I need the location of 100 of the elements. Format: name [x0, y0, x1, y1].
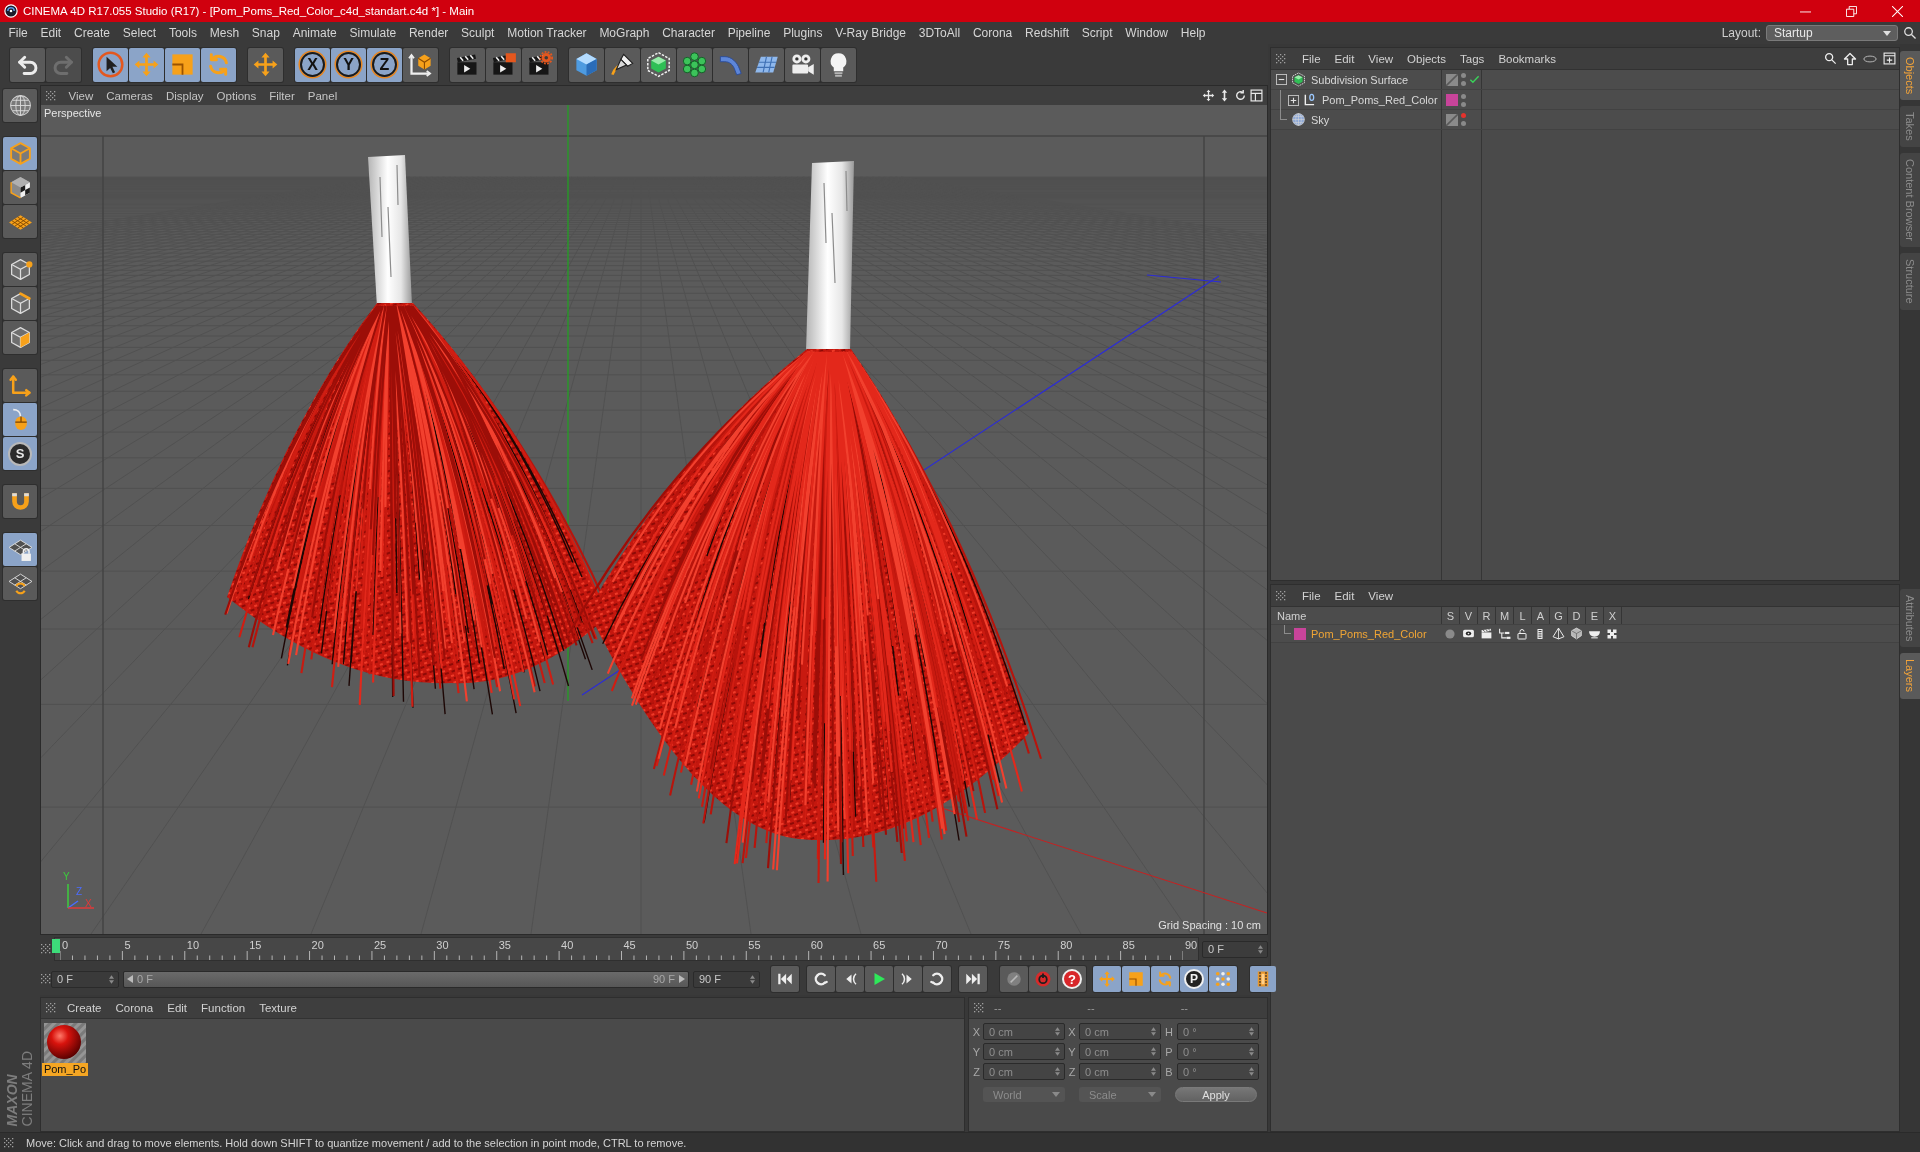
menu-item[interactable]: 3DToAll [912, 23, 967, 43]
viewport-menu-item[interactable]: Panel [301, 86, 344, 105]
axis-lock-button[interactable]: Z [367, 47, 402, 82]
next-frame-button[interactable] [894, 966, 922, 992]
layers-menu-item[interactable]: View [1361, 585, 1401, 606]
menu-item[interactable]: Script [1075, 23, 1119, 43]
material-menu-item[interactable]: Corona [108, 998, 161, 1018]
grid-rotate-button[interactable] [3, 567, 37, 600]
rotate-button[interactable] [201, 47, 236, 82]
viewport-menu-item[interactable]: Cameras [99, 86, 160, 105]
points-button[interactable] [3, 253, 37, 286]
edges-button[interactable] [3, 287, 37, 320]
objects-menu-item[interactable]: Objects [1400, 48, 1454, 69]
go-start-button[interactable] [771, 966, 799, 992]
axis-lock-button[interactable]: X [295, 47, 330, 82]
menu-item[interactable]: Pipeline [721, 23, 777, 43]
menu-item[interactable]: Corona [966, 23, 1019, 43]
go-end-button[interactable] [959, 966, 987, 992]
viewport-menu-item[interactable]: Display [159, 86, 211, 105]
menu-item[interactable]: Animate [286, 23, 344, 43]
layout-dropdown[interactable]: Startup [1766, 25, 1898, 41]
objects-menu-item[interactable]: File [1295, 48, 1328, 69]
menu-item[interactable]: V-Ray Bridge [828, 23, 913, 43]
select-button[interactable] [93, 47, 128, 82]
polygons-button[interactable] [3, 321, 37, 354]
next-key-button[interactable] [923, 966, 951, 992]
floor-button[interactable] [749, 47, 784, 82]
light-button[interactable] [821, 47, 856, 82]
material-menu-item[interactable]: Create [60, 998, 109, 1018]
cube-button[interactable] [569, 47, 604, 82]
menu-item[interactable]: Render [402, 23, 455, 43]
layer-name[interactable]: Pom_Poms_Red_Color [1311, 627, 1427, 640]
play-button[interactable] [865, 966, 893, 992]
snap-button[interactable]: S [3, 437, 37, 470]
column-header[interactable]: V [1464, 609, 1473, 622]
column-header[interactable]: Name [1277, 609, 1307, 622]
viewport-menu-item[interactable]: Options [210, 86, 263, 105]
axis-button[interactable] [3, 369, 37, 402]
column-header[interactable]: D [1572, 609, 1581, 622]
key-param-button[interactable]: P [1180, 966, 1208, 992]
material-menu-item[interactable]: Texture [252, 998, 304, 1018]
layers-menu-item[interactable]: Edit [1327, 585, 1362, 606]
objects-menu-item[interactable]: View [1361, 48, 1401, 69]
material-menu-item[interactable]: Function [194, 998, 253, 1018]
objects-menu-item[interactable]: Edit [1327, 48, 1362, 69]
menu-item[interactable]: Help [1174, 23, 1212, 43]
menu-item[interactable]: Simulate [343, 23, 403, 43]
object-name[interactable]: Pom_Poms_Red_Color [1322, 94, 1438, 106]
prev-key-button[interactable] [807, 966, 835, 992]
object-name[interactable]: Subdivision Surface [1311, 73, 1409, 86]
menu-item[interactable]: Character [655, 23, 722, 43]
objects-menu-item[interactable]: Tags [1453, 48, 1492, 69]
column-header[interactable]: L [1519, 609, 1526, 622]
coordinate-system-button[interactable] [403, 47, 438, 82]
render-picture-button[interactable] [486, 47, 521, 82]
layers-menu-item[interactable]: File [1295, 585, 1328, 606]
menu-item[interactable]: MoGraph [593, 23, 656, 43]
magnet-button[interactable] [3, 485, 37, 518]
grid-lock-button[interactable] [3, 533, 37, 566]
move-button[interactable] [129, 47, 164, 82]
viewport-menu-item[interactable]: View [62, 86, 100, 105]
bend-button[interactable] [713, 47, 748, 82]
camera-button[interactable] [785, 47, 820, 82]
end-frame-field[interactable]: 90 F [693, 970, 760, 988]
menu-item[interactable]: Window [1118, 23, 1175, 43]
menu-item[interactable]: Tools [162, 23, 204, 43]
menu-item[interactable]: Plugins [776, 23, 829, 43]
column-header[interactable]: X [1608, 609, 1617, 622]
menu-item[interactable]: File [2, 23, 35, 43]
recent-tool-button[interactable] [248, 47, 283, 82]
pen-button[interactable] [605, 47, 640, 82]
menu-item[interactable]: Mesh [203, 23, 246, 43]
timeline-ruler[interactable]: 0 5 10 15 20 25 30 35 40 45 50 55 60 65 70 75 80 85 90 [54, 937, 1199, 961]
object-name[interactable]: Sky [1311, 113, 1330, 126]
objects-menu-item[interactable]: Bookmarks [1491, 48, 1563, 69]
texture-button[interactable] [3, 171, 37, 204]
start-frame-field[interactable]: 0 F [51, 970, 119, 988]
subdivision-button[interactable] [641, 47, 676, 82]
auto-key-button[interactable]: ? [1058, 966, 1086, 992]
timeline-window-button[interactable] [1250, 966, 1276, 992]
menu-item[interactable]: Motion Tracker [500, 23, 593, 43]
column-header[interactable]: G [1554, 609, 1563, 622]
make-editable-button[interactable] [3, 89, 37, 122]
column-header[interactable]: R [1482, 609, 1491, 622]
current-frame-field[interactable]: 0 F [1202, 940, 1268, 958]
render-settings-button[interactable] [522, 47, 557, 82]
menu-item[interactable]: Sculpt [454, 23, 501, 43]
menu-item[interactable]: Redshift [1018, 23, 1076, 43]
viewport-menu-item[interactable]: Filter [262, 86, 302, 105]
column-header[interactable]: E [1590, 609, 1599, 622]
material-name[interactable]: Pom_Po [41, 1063, 89, 1076]
column-header[interactable]: M [1499, 609, 1510, 622]
prev-frame-button[interactable] [836, 966, 864, 992]
menu-item[interactable]: Snap [245, 23, 287, 43]
cloner-button[interactable] [677, 47, 712, 82]
material-menu-item[interactable]: Edit [160, 998, 195, 1018]
menu-item[interactable]: Create [67, 23, 117, 43]
undo-button[interactable] [10, 47, 45, 82]
scale-button[interactable] [165, 47, 200, 82]
menu-item[interactable]: Edit [34, 23, 68, 43]
